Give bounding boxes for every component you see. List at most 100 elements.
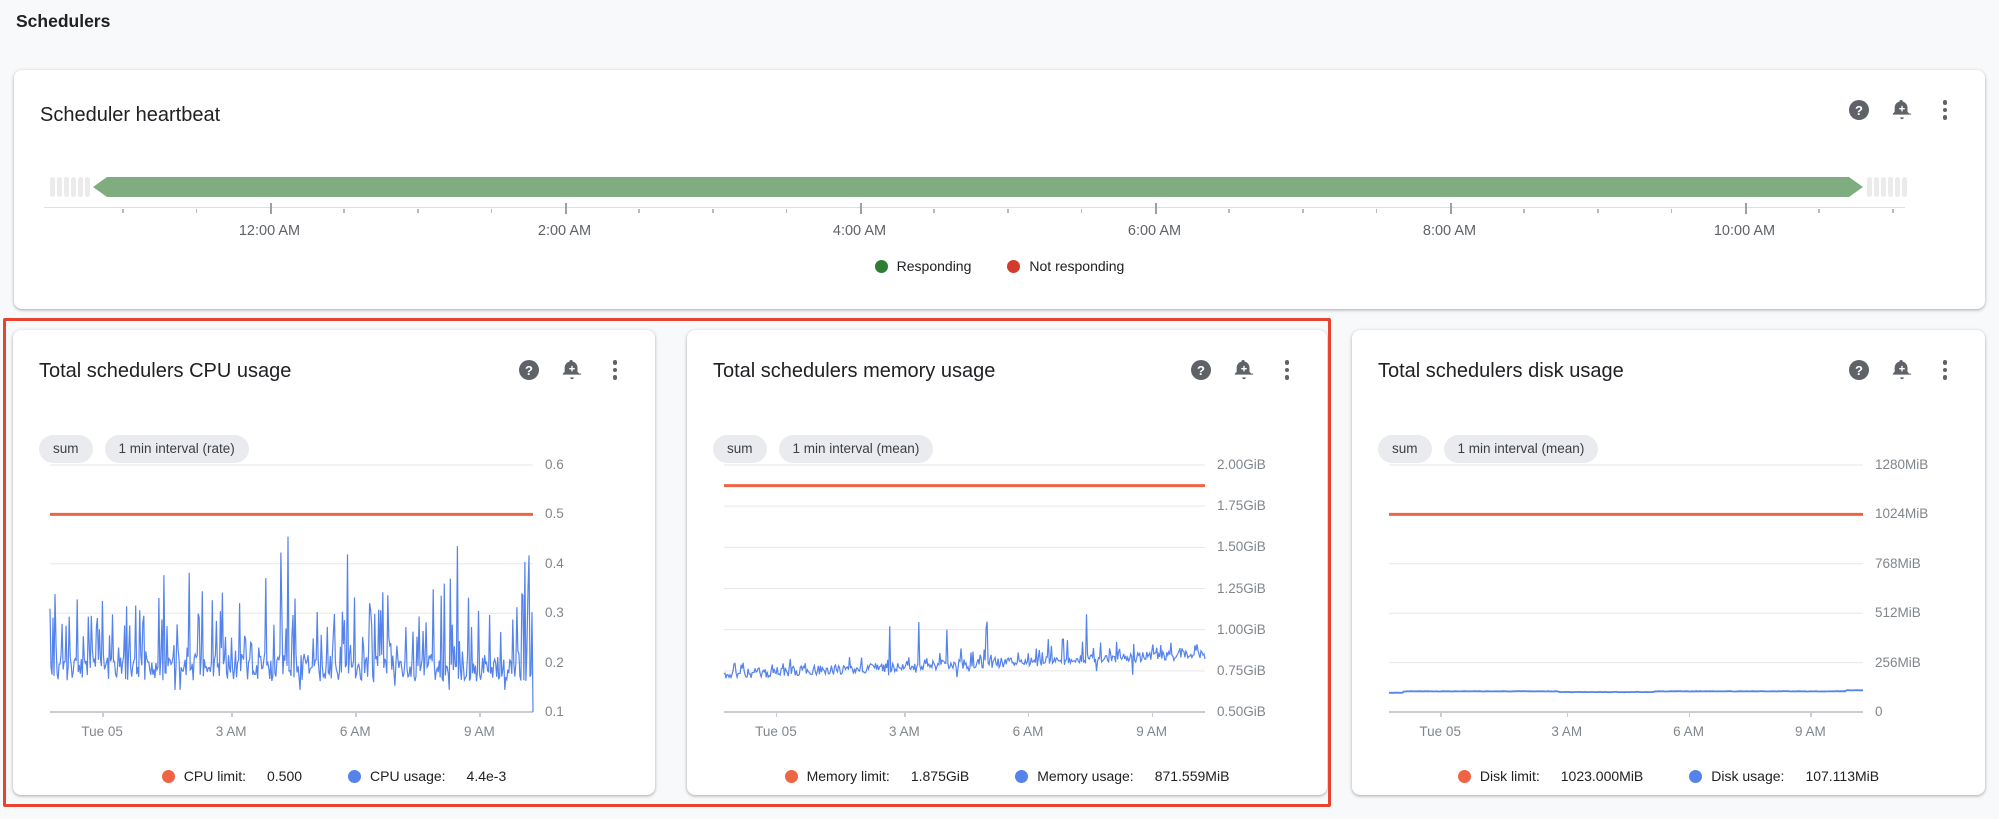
timeline-edge-stripe bbox=[1902, 177, 1907, 197]
y-axis-label: 1280MiB bbox=[1875, 457, 1928, 472]
x-axis-label: 6 AM bbox=[983, 724, 1073, 739]
time-axis-label: 4:00 AM bbox=[805, 223, 915, 239]
cpu-usage-chart[interactable]: 0.60.50.40.30.20.1Tue 053 AM6 AM9 AM bbox=[13, 330, 655, 795]
legend-item-usage: Memory usage: 871.559MiB bbox=[1015, 768, 1229, 784]
time-axis-tick bbox=[417, 209, 419, 213]
usage-series-line bbox=[724, 614, 1205, 678]
timeline-edge-stripe bbox=[1895, 177, 1900, 197]
memory-usage-chart[interactable]: 2.00GiB1.75GiB1.50GiB1.25GiB1.00GiB0.75G… bbox=[687, 330, 1327, 795]
timeline-edge-stripe bbox=[1881, 177, 1886, 197]
time-axis-line bbox=[44, 207, 1905, 208]
time-axis-tick bbox=[1597, 209, 1599, 213]
y-axis-label: 1.25GiB bbox=[1217, 581, 1266, 596]
time-axis-tick bbox=[1818, 209, 1820, 213]
y-axis-label: 256MiB bbox=[1875, 655, 1921, 670]
chart-legend: Memory limit: 1.875GiB Memory usage: 871… bbox=[687, 768, 1327, 784]
x-axis-label: 6 AM bbox=[310, 724, 400, 739]
time-axis-tick bbox=[565, 203, 567, 214]
timeline-edge-stripe bbox=[50, 177, 55, 197]
time-axis-tick bbox=[122, 209, 124, 213]
limit-dot bbox=[162, 770, 175, 783]
y-axis-label: 1.00GiB bbox=[1217, 622, 1266, 637]
y-axis-label: 0.3 bbox=[545, 605, 564, 620]
y-axis-label: 0.6 bbox=[545, 457, 564, 472]
time-axis-tick bbox=[1892, 209, 1894, 213]
legend-item-usage: CPU usage: 4.4e-3 bbox=[348, 768, 506, 784]
time-axis-tick bbox=[1450, 203, 1452, 214]
disk-usage-chart[interactable]: 1280MiB1024MiB768MiB512MiB256MiB0Tue 053… bbox=[1352, 330, 1985, 795]
usage-dot bbox=[348, 770, 361, 783]
time-axis-tick bbox=[1523, 209, 1525, 213]
cpu-usage-card: Total schedulers CPU usage ? sum 1 min i… bbox=[13, 330, 655, 795]
y-axis-label: 768MiB bbox=[1875, 556, 1921, 571]
x-axis-label: 3 AM bbox=[1522, 724, 1612, 739]
limit-dot bbox=[1458, 770, 1471, 783]
legend-dot bbox=[1007, 260, 1020, 273]
time-axis-tick bbox=[196, 209, 198, 213]
timeline-edge-stripe bbox=[1874, 177, 1879, 197]
legend-item-limit: CPU limit: 0.500 bbox=[162, 768, 302, 784]
x-axis-tick bbox=[776, 712, 778, 717]
x-axis-tick bbox=[904, 712, 906, 717]
time-axis-tick bbox=[1081, 209, 1083, 213]
x-axis-label: Tue 05 bbox=[731, 724, 821, 739]
chart-legend: CPU limit: 0.500 CPU usage: 4.4e-3 bbox=[13, 768, 655, 784]
memory-usage-card: Total schedulers memory usage ? sum 1 mi… bbox=[687, 330, 1327, 795]
heartbeat-legend-item: Responding bbox=[875, 258, 972, 274]
legend-item-usage: Disk usage: 107.113MiB bbox=[1689, 768, 1879, 784]
x-axis-label: Tue 05 bbox=[1395, 724, 1485, 739]
time-axis-tick bbox=[860, 203, 862, 214]
x-axis-label: 3 AM bbox=[859, 724, 949, 739]
heartbeat-legend-item: Not responding bbox=[1007, 258, 1124, 274]
timeline-edge-stripe bbox=[64, 177, 69, 197]
x-axis-tick bbox=[1152, 712, 1154, 717]
timeline-edge-stripe bbox=[1888, 177, 1893, 197]
time-axis-tick bbox=[712, 209, 714, 213]
time-axis-tick bbox=[1671, 209, 1673, 213]
responding-status-bar[interactable] bbox=[93, 177, 1863, 197]
time-axis-label: 10:00 AM bbox=[1690, 223, 1800, 239]
x-axis-label: 9 AM bbox=[434, 724, 524, 739]
page-title: Schedulers bbox=[16, 11, 110, 32]
x-axis-label: 3 AM bbox=[186, 724, 276, 739]
scheduler-heartbeat-card: Scheduler heartbeat ? 12:00 AM2:00 AM4:0… bbox=[14, 70, 1985, 309]
x-axis-tick bbox=[1028, 712, 1030, 717]
plot-area bbox=[724, 465, 1205, 712]
x-axis-tick bbox=[231, 712, 233, 717]
y-axis-label: 0.4 bbox=[545, 556, 564, 571]
y-axis-label: 0.75GiB bbox=[1217, 663, 1266, 678]
time-axis-label: 8:00 AM bbox=[1395, 223, 1505, 239]
time-axis-label: 12:00 AM bbox=[215, 223, 325, 239]
usage-series-line bbox=[50, 537, 533, 712]
plot-area bbox=[50, 465, 533, 712]
y-axis-label: 0.50GiB bbox=[1217, 704, 1266, 719]
usage-dot bbox=[1015, 770, 1028, 783]
schedulers-dashboard: Schedulers Scheduler heartbeat ? 12:00 A… bbox=[0, 0, 1999, 819]
plot-area bbox=[1389, 465, 1863, 712]
x-axis-tick bbox=[355, 712, 357, 717]
timeline-edge-stripe bbox=[85, 177, 90, 197]
x-axis-tick bbox=[1567, 712, 1569, 717]
x-axis-tick bbox=[1689, 712, 1691, 717]
timeline-edge-stripe bbox=[71, 177, 76, 197]
limit-dot bbox=[785, 770, 798, 783]
chart-legend: Disk limit: 1023.000MiB Disk usage: 107.… bbox=[1352, 768, 1985, 784]
timeline-edge-stripe bbox=[57, 177, 62, 197]
usage-dot bbox=[1689, 770, 1702, 783]
y-axis-label: 0.5 bbox=[545, 506, 564, 521]
legend-item-limit: Memory limit: 1.875GiB bbox=[785, 768, 970, 784]
time-axis-tick bbox=[1745, 203, 1747, 214]
time-axis-tick bbox=[1302, 209, 1304, 213]
y-axis-label: 0 bbox=[1875, 704, 1883, 719]
time-axis-tick bbox=[1376, 209, 1378, 213]
x-axis-tick bbox=[1440, 712, 1442, 717]
y-axis-label: 1.50GiB bbox=[1217, 539, 1266, 554]
heartbeat-legend: Responding Not responding bbox=[14, 258, 1985, 274]
y-axis-label: 1024MiB bbox=[1875, 506, 1928, 521]
time-axis-label: 6:00 AM bbox=[1100, 223, 1210, 239]
x-axis-tick bbox=[1810, 712, 1812, 717]
time-axis-tick bbox=[1007, 209, 1009, 213]
x-axis-label: 9 AM bbox=[1107, 724, 1197, 739]
legend-label: Responding bbox=[897, 258, 972, 274]
y-axis-label: 1.75GiB bbox=[1217, 498, 1266, 513]
